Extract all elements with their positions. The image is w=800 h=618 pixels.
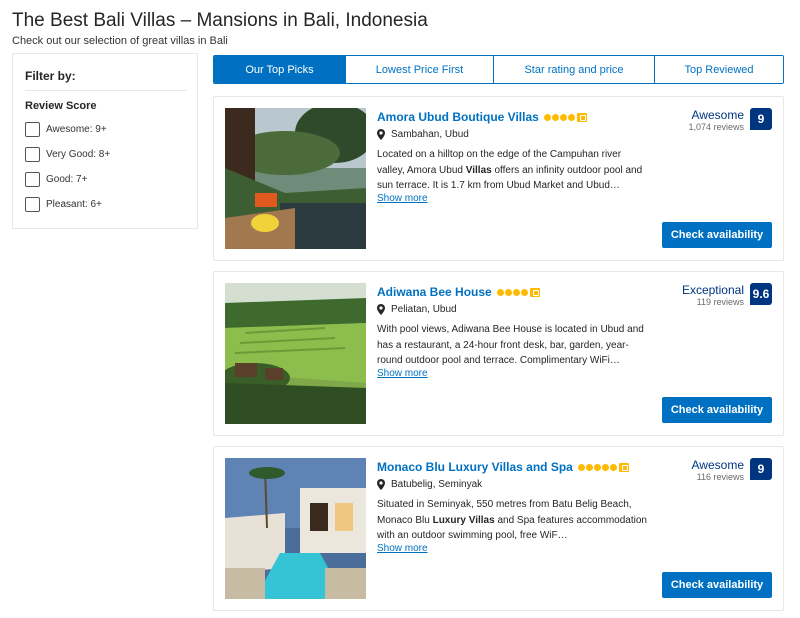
filter-heading: Filter by: — [25, 69, 76, 83]
score-word: Exceptional — [681, 283, 744, 297]
property-name[interactable]: Monaco Blu Luxury Villas and Spa — [377, 460, 573, 474]
checkbox[interactable] — [25, 146, 40, 162]
property-name[interactable]: Adiwana Bee House — [377, 285, 492, 299]
filter-option-very-good[interactable]: Very Good: 8+ — [25, 146, 110, 162]
property-description: Situated in Seminyak, 550 metres from Ba… — [377, 499, 647, 541]
review-count: 116 reviews — [696, 472, 744, 482]
property-description: Located on a hilltop on the edge of the … — [377, 149, 643, 191]
filter-option-label: Very Good: 8+ — [46, 148, 111, 160]
property-location: Batubelig, Seminyak — [391, 479, 483, 490]
filter-option-awesome[interactable]: Awesome: 9+ — [25, 121, 107, 137]
tab-star-rating-price[interactable]: Star rating and price — [493, 56, 654, 83]
check-availability-button[interactable]: Check availability — [662, 397, 772, 423]
filter-panel: Filter by: Review Score Awesome: 9+ Very… — [12, 53, 198, 229]
property-card: Amora Ubud Boutique Villas Sambahan, Ubu… — [213, 96, 784, 261]
filter-option-label: Pleasant: 6+ — [46, 198, 102, 210]
checkbox[interactable] — [25, 121, 40, 137]
checkbox[interactable] — [25, 171, 40, 187]
property-name[interactable]: Amora Ubud Boutique Villas — [377, 110, 539, 124]
property-photo[interactable] — [225, 108, 366, 249]
filter-option-good[interactable]: Good: 7+ — [25, 171, 87, 187]
page-title: The Best Bali Villas – Mansions in Bali,… — [12, 10, 428, 31]
check-availability-button[interactable]: Check availability — [662, 572, 772, 598]
preferred-icon — [618, 462, 629, 472]
property-card: Adiwana Bee House Peliatan, Ubud With po… — [213, 271, 784, 436]
review-count: 1,074 reviews — [688, 122, 744, 132]
map-pin-icon — [377, 479, 385, 490]
check-availability-button[interactable]: Check availability — [662, 222, 772, 248]
show-more-link[interactable]: Show more — [377, 368, 428, 379]
preferred-icon — [576, 112, 587, 122]
score-badge: 9 — [750, 108, 772, 130]
score-badge: 9.6 — [750, 283, 772, 305]
map-pin-icon — [377, 129, 385, 140]
score-word: Awesome — [691, 458, 744, 472]
property-card: Monaco Blu Luxury Villas and Spa Batubel… — [213, 446, 784, 611]
preferred-icon — [529, 287, 540, 297]
review-score-heading: Review Score — [25, 100, 97, 112]
star-rating — [496, 287, 540, 297]
tab-lowest-price[interactable]: Lowest Price First — [345, 56, 493, 83]
filter-option-label: Good: 7+ — [46, 173, 88, 185]
checkbox[interactable] — [25, 196, 40, 212]
property-location: Peliatan, Ubud — [391, 304, 457, 315]
score-badge: 9 — [750, 458, 772, 480]
review-score: Awesome 116 reviews 9 — [692, 458, 772, 483]
property-photo[interactable] — [225, 283, 366, 424]
property-photo[interactable] — [225, 458, 366, 599]
show-more-link[interactable]: Show more — [377, 543, 428, 554]
filter-option-label: Awesome: 9+ — [46, 123, 107, 135]
star-rating — [577, 462, 629, 472]
sort-tabs: Our Top Picks Lowest Price First Star ra… — [213, 55, 784, 84]
score-word: Awesome — [691, 108, 744, 122]
review-score: Exceptional 119 reviews 9.6 — [682, 283, 772, 308]
filter-option-pleasant[interactable]: Pleasant: 6+ — [25, 196, 102, 212]
tab-top-picks[interactable]: Our Top Picks — [214, 56, 345, 83]
page-subtitle: Check out our selection of great villas … — [12, 35, 228, 47]
show-more-link[interactable]: Show more — [377, 193, 428, 204]
review-count: 119 reviews — [696, 297, 744, 307]
property-description: With pool views, Adiwana Bee House is lo… — [377, 324, 644, 366]
map-pin-icon — [377, 304, 385, 315]
review-score: Awesome 1,074 reviews 9 — [688, 108, 772, 133]
property-location: Sambahan, Ubud — [391, 129, 469, 140]
tab-top-reviewed[interactable]: Top Reviewed — [654, 56, 783, 83]
star-rating — [543, 112, 587, 122]
filter-divider — [25, 90, 187, 91]
